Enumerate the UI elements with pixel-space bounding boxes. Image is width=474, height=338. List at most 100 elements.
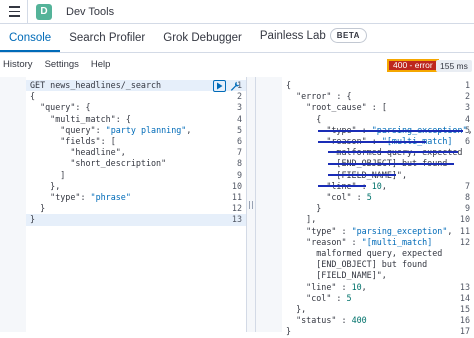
- response-line-text: {: [286, 113, 322, 124]
- annotation-underline: [328, 174, 396, 176]
- request-line-number: 2: [236, 91, 242, 102]
- response-line-text: }: [286, 203, 322, 214]
- response-line-text: "col" : 5: [306, 292, 352, 303]
- request-line-text: "query": {: [40, 102, 91, 113]
- response-line-text: "status" : 400: [296, 315, 367, 326]
- send-request-button[interactable]: [213, 80, 226, 92]
- wrench-icon: [230, 81, 240, 91]
- response-line-number: 1: [464, 80, 470, 90]
- request-line-number: 7: [236, 147, 242, 158]
- request-line-number: 6: [236, 136, 242, 146]
- response-line: 9 }: [256, 203, 474, 214]
- tab-painless-lab[interactable]: Painless Lab BETA: [251, 28, 376, 52]
- response-line: 14 "col" : 5: [256, 293, 474, 304]
- request-line-text: ]: [30, 169, 66, 180]
- request-line-text: "query": "party planning",: [60, 124, 192, 135]
- request-line: 7 "headline",: [0, 147, 246, 158]
- tab-search-profiler[interactable]: Search Profiler: [60, 32, 154, 52]
- beta-badge: BETA: [329, 28, 367, 43]
- request-line-number: 4: [236, 113, 242, 124]
- response-line-number: 2: [464, 91, 470, 102]
- tab-grok-debugger[interactable]: Grok Debugger: [154, 32, 251, 52]
- response-line-number: 7: [464, 180, 470, 191]
- request-line-text: }: [30, 214, 36, 225]
- status-badge: 400 - error: [387, 59, 439, 72]
- tab-console[interactable]: Console: [0, 32, 61, 52]
- annotation-underline: [318, 130, 463, 132]
- request-line: 10 },: [0, 181, 246, 192]
- response-line-number: 12: [459, 236, 470, 247]
- request-line-text: "short_description": [30, 158, 167, 169]
- request-line-text: }: [30, 203, 46, 214]
- response-line: [END_OBJECT] but found: [256, 259, 474, 270]
- top-header: D Dev Tools: [0, 0, 474, 24]
- space-avatar[interactable]: D: [36, 3, 52, 20]
- response-line-number: 8: [464, 192, 470, 202]
- request-line-number: 10: [231, 180, 242, 191]
- response-line-number: 10: [459, 214, 470, 225]
- response-line-number: 14: [459, 292, 470, 303]
- response-line-number: 9: [464, 203, 470, 214]
- request-line-text: {: [30, 91, 36, 102]
- history-link[interactable]: History: [3, 59, 33, 70]
- response-line-number: 4: [464, 113, 470, 124]
- response-line-text: [FIELD_NAME]",: [286, 270, 387, 281]
- request-line: 3 "query": {: [0, 102, 246, 113]
- request-line: 13}: [0, 214, 246, 225]
- request-line-text: "multi_match": {: [50, 113, 131, 124]
- response-line-text: ],: [286, 214, 317, 225]
- response-line-text: "col" : 5: [326, 192, 372, 202]
- request-options-button[interactable]: [229, 80, 241, 92]
- request-line: 4 "multi_match": {: [0, 114, 246, 125]
- request-line: 12 }: [0, 203, 246, 214]
- request-line-text: "fields": [: [60, 136, 116, 146]
- response-line: 8 "col" : 5: [256, 192, 474, 203]
- request-line-text: "headline",: [30, 147, 126, 158]
- menu-icon[interactable]: [3, 1, 25, 23]
- response-line: 3 "root_cause" : [: [256, 102, 474, 113]
- response-line: 15 },: [256, 304, 474, 315]
- response-line-number: 16: [459, 315, 470, 326]
- request-line: 2{: [0, 91, 246, 102]
- help-link[interactable]: Help: [91, 59, 111, 70]
- request-line-text: "type": "phrase": [50, 192, 131, 202]
- response-line-text: },: [286, 304, 307, 314]
- breadcrumb-dev-tools[interactable]: Dev Tools: [66, 6, 114, 18]
- request-line: 8 "short_description": [0, 158, 246, 169]
- panel-resizer[interactable]: [246, 77, 256, 332]
- annotation-underline: [318, 185, 366, 187]
- annotation-underline: [318, 141, 426, 143]
- response-line-text: "root_cause" : [: [306, 102, 387, 113]
- request-actions: [213, 80, 241, 92]
- response-line: 4 {: [256, 114, 474, 125]
- request-line-number: 9: [236, 169, 242, 180]
- play-icon: [217, 82, 223, 90]
- response-line: 12 "reason" : "[multi_match]: [256, 237, 474, 248]
- response-line: [FIELD_NAME]",: [256, 270, 474, 281]
- request-line: 1 GET news_headlines/_search: [0, 80, 246, 91]
- request-line-number: 8: [236, 158, 242, 169]
- response-line: 1{: [256, 80, 474, 91]
- response-line-text: malformed query, expected: [286, 248, 443, 258]
- response-line: 13 "line" : 10,: [256, 282, 474, 293]
- response-line-text: {: [286, 80, 292, 90]
- response-line-text: "error" : {: [296, 91, 352, 102]
- response-line: 10 ],: [256, 214, 474, 225]
- annotation-underline: [328, 163, 454, 165]
- request-line: 11 "type": "phrase": [0, 192, 246, 203]
- response-line-text: "line" : 10,: [306, 281, 367, 292]
- response-line-text: "type" : "parsing_exception",: [306, 225, 453, 236]
- response-line: 16 "status" : 400: [256, 315, 474, 326]
- response-line-text: [END_OBJECT] but found: [286, 259, 428, 270]
- request-time-badge: 155 ms: [436, 60, 472, 72]
- response-line: 2 "error" : {: [256, 91, 474, 102]
- request-line-number: 12: [231, 203, 242, 214]
- request-line-text: },: [30, 180, 61, 191]
- response-output: 1{2 "error" : {3 "root_cause" : [4 {5 "t…: [256, 77, 474, 336]
- settings-link[interactable]: Settings: [45, 59, 79, 70]
- response-line-number: 15: [459, 304, 470, 314]
- request-editor[interactable]: 1 GET news_headlines/_search 2{3 "query": …: [0, 77, 246, 332]
- request-line-number: 5: [236, 124, 242, 135]
- request-line: 6 "fields": [: [0, 136, 246, 147]
- request-line-number: 3: [236, 102, 242, 113]
